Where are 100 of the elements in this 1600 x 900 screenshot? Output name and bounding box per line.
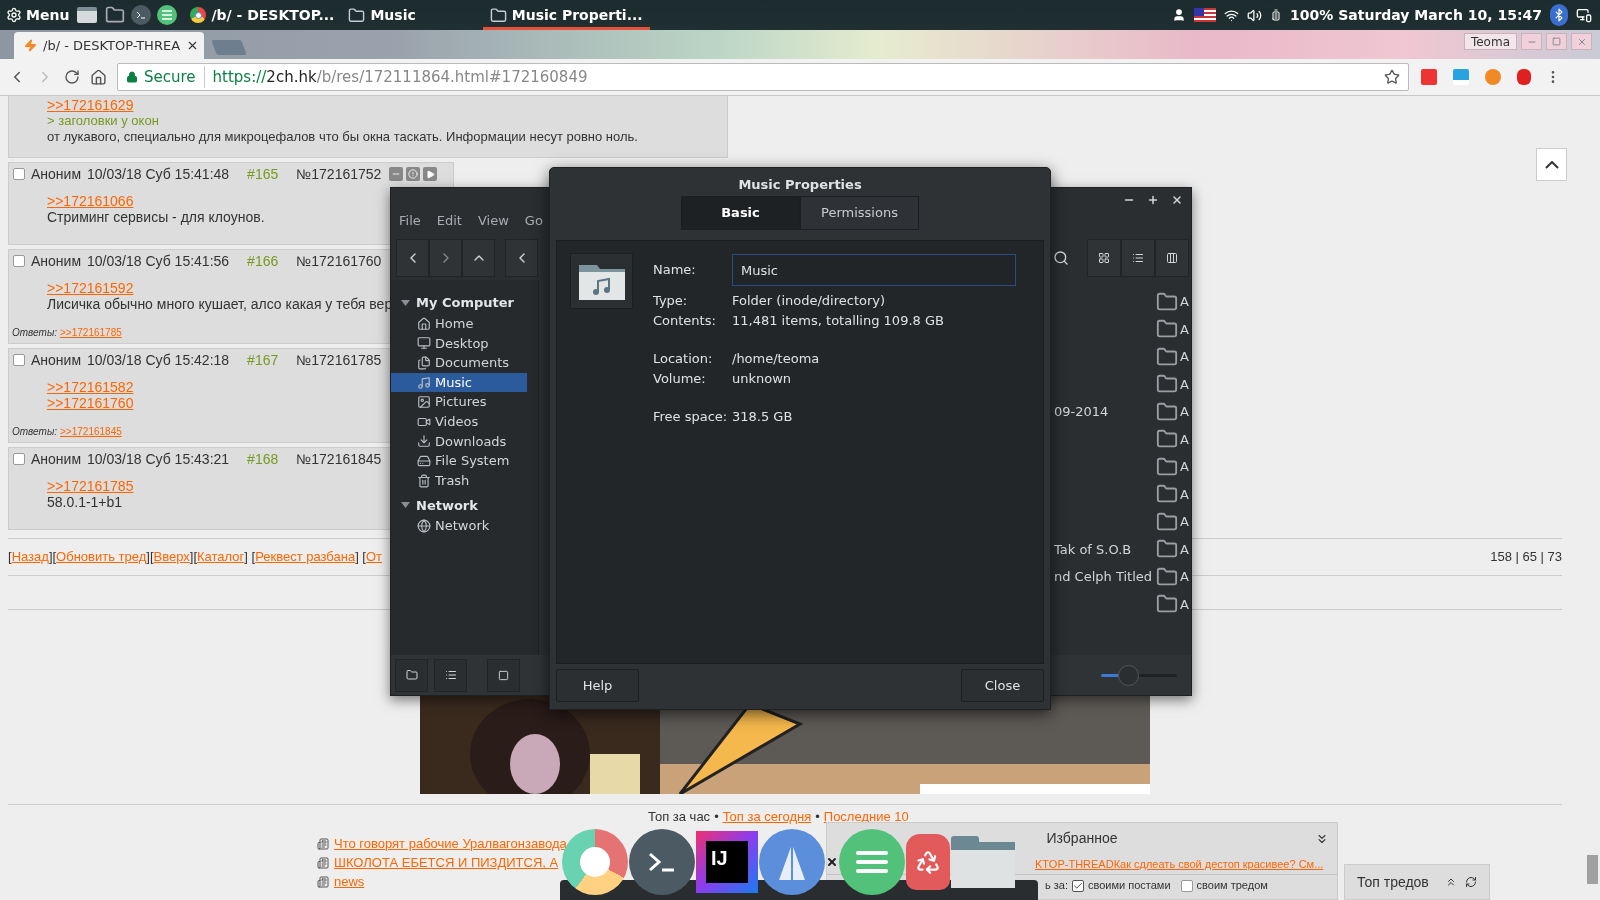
- back-button[interactable]: [396, 239, 429, 277]
- list-view-button[interactable]: [1121, 239, 1155, 277]
- sidebar-section[interactable]: Network: [391, 494, 538, 517]
- file-name[interactable]: 09-2014: [1054, 402, 1154, 422]
- file-name[interactable]: nd Celph Titled: [1054, 567, 1154, 587]
- back-button[interactable]: [505, 239, 538, 277]
- close-icon[interactable]: [1171, 194, 1183, 206]
- sidebar-item[interactable]: Desktop: [391, 333, 527, 354]
- tree-button[interactable]: [434, 658, 467, 692]
- terminal-icon[interactable]: [131, 5, 152, 25]
- file-name[interactable]: A: [1180, 484, 1189, 504]
- expander-icon[interactable]: [401, 300, 410, 306]
- checkbox[interactable]: [13, 255, 25, 267]
- icon-view-button[interactable]: [1087, 239, 1121, 277]
- recycle-bin-icon[interactable]: [906, 834, 950, 890]
- sidebar-item[interactable]: Music: [391, 372, 527, 393]
- report-icon[interactable]: [406, 167, 421, 181]
- folder-icon[interactable]: [1156, 565, 1178, 588]
- ide-icon[interactable]: IJ: [696, 831, 758, 893]
- bookmark-star-icon[interactable]: [1384, 69, 1400, 85]
- file-name[interactable]: A: [1180, 402, 1189, 422]
- menu-item[interactable]: Go: [524, 210, 543, 230]
- file-name[interactable]: Tak of S.O.B: [1054, 539, 1154, 559]
- maximize-icon[interactable]: [1147, 194, 1159, 206]
- dialog-button[interactable]: Help: [556, 669, 639, 702]
- image-folder-icon[interactable]: [77, 7, 98, 23]
- post-id[interactable]: №172161785: [296, 349, 382, 371]
- file-name[interactable]: A: [1180, 374, 1189, 394]
- extension-icon[interactable]: [1453, 69, 1469, 85]
- reload-icon[interactable]: [64, 69, 80, 85]
- display-icon[interactable]: [1576, 7, 1592, 23]
- sidebar-item[interactable]: Network: [391, 516, 527, 536]
- status-text[interactable]: 100% Saturday March 10, 15:47: [1290, 4, 1542, 26]
- browser-tab[interactable]: /b/ - DESKTOP-THREA: [14, 32, 204, 59]
- sidebar-item[interactable]: Documents: [391, 353, 527, 373]
- play-icon[interactable]: [423, 167, 438, 181]
- file-name[interactable]: A: [1180, 292, 1189, 312]
- sidebar-item[interactable]: Home: [391, 314, 527, 334]
- profile-button[interactable]: Teoma: [1463, 33, 1517, 50]
- checkbox[interactable]: [13, 453, 25, 465]
- close-icon[interactable]: [826, 856, 838, 868]
- user-icon[interactable]: [1172, 8, 1187, 22]
- taskbar-item[interactable]: Music: [341, 0, 423, 30]
- file-name[interactable]: A: [1180, 512, 1189, 532]
- address-field[interactable]: Secure https://2ch.hk/b/res/172111864.html#172160849: [117, 63, 1409, 91]
- menu-button[interactable]: Menu: [4, 4, 72, 26]
- extension-icon[interactable]: [1517, 69, 1531, 85]
- menu-item[interactable]: File: [399, 210, 421, 230]
- file-name[interactable]: A: [1180, 347, 1189, 367]
- search-icon[interactable]: [1053, 250, 1069, 266]
- expand-icon[interactable]: [1445, 876, 1457, 888]
- top-threads-panel[interactable]: Топ тредов: [1344, 864, 1490, 900]
- refresh-icon[interactable]: [1465, 876, 1477, 888]
- dialog-button[interactable]: Close: [961, 669, 1044, 702]
- bracket-text: ] [: [355, 548, 366, 566]
- compact-view-button[interactable]: [1155, 239, 1189, 277]
- file-name[interactable]: A: [1180, 457, 1189, 477]
- post-id[interactable]: №172161752: [296, 163, 382, 185]
- hide-icon[interactable]: [389, 167, 404, 181]
- expander-icon[interactable]: [401, 502, 410, 509]
- post-id[interactable]: №172161845: [296, 448, 382, 470]
- sidebar-section[interactable]: My Computer: [391, 292, 538, 314]
- folder-icon[interactable]: [105, 5, 126, 25]
- folder-icon[interactable]: [1156, 400, 1178, 423]
- folder-icon[interactable]: [1156, 455, 1178, 478]
- checkbox[interactable]: [1072, 879, 1084, 892]
- name-field[interactable]: Music: [732, 254, 1016, 286]
- folder-icon[interactable]: [1156, 345, 1178, 368]
- bluetooth-icon[interactable]: [1550, 4, 1568, 26]
- sidebar-toggle-button[interactable]: [487, 658, 520, 692]
- wifi-icon[interactable]: [1224, 7, 1240, 23]
- checkbox[interactable]: [13, 168, 25, 180]
- home-icon[interactable]: [90, 68, 107, 86]
- up-button[interactable]: [462, 239, 495, 277]
- file-name[interactable]: A: [1180, 594, 1189, 614]
- dialog-tab[interactable]: Basic: [681, 196, 800, 230]
- scroll-top-button[interactable]: [1536, 148, 1567, 181]
- menu-item[interactable]: View: [477, 210, 509, 230]
- sidebar-item[interactable]: File System: [391, 451, 527, 471]
- file-name[interactable]: A: [1180, 429, 1189, 449]
- folder-icon[interactable]: [1156, 510, 1178, 533]
- post-id[interactable]: №172161760: [296, 250, 382, 272]
- flag-icon[interactable]: [1194, 8, 1217, 22]
- volume-icon[interactable]: [1247, 7, 1263, 23]
- folder-icon[interactable]: [1156, 290, 1178, 313]
- file-name[interactable]: A: [1180, 567, 1189, 587]
- taskbar-item[interactable]: /b/ - DESKTOP...: [183, 0, 342, 30]
- file-name[interactable]: A: [1180, 319, 1189, 339]
- checkbox[interactable]: [13, 354, 25, 366]
- sidebar-item[interactable]: Downloads: [391, 431, 527, 452]
- sidebar-item[interactable]: Pictures: [391, 392, 527, 412]
- sidebar-item[interactable]: Videos: [391, 411, 527, 432]
- folder-button[interactable]: [395, 658, 428, 692]
- menu-app-icon[interactable]: [157, 5, 178, 25]
- sidebar-item[interactable]: Trash: [391, 470, 527, 491]
- file-name[interactable]: A: [1180, 539, 1189, 559]
- checkbox[interactable]: [1180, 879, 1193, 892]
- menu-item[interactable]: Edit: [436, 210, 462, 230]
- dialog-tab[interactable]: Permissions: [800, 196, 919, 230]
- folder-icon[interactable]: [951, 836, 1015, 888]
